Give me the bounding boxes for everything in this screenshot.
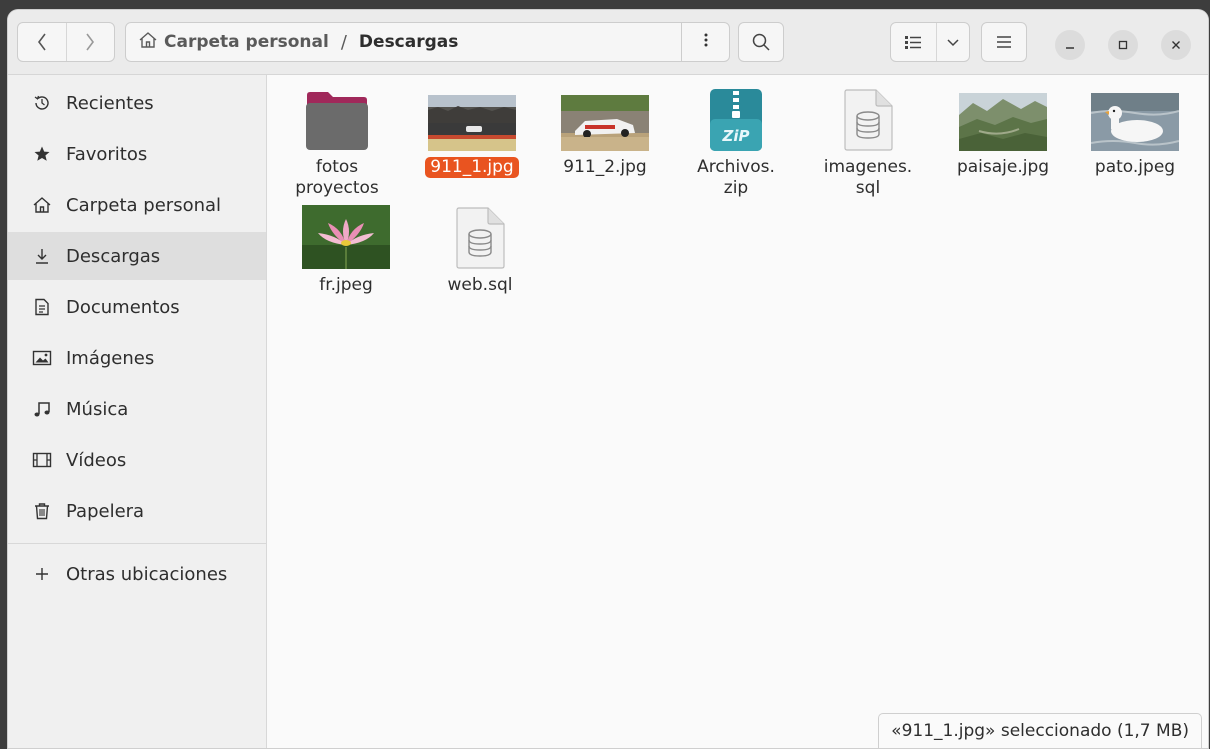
sidebar-item-descargas[interactable]: Descargas [8,232,266,280]
file-item[interactable]: pato.jpeg [1080,89,1190,178]
file-manager-window: Carpeta personal / Descargas Recientes F… [8,10,1208,748]
selection-status: «911_1.jpg» seleccionado (1,7 MB) [878,713,1202,748]
view-dropdown-button[interactable] [937,23,969,61]
sidebar-item-favoritos[interactable]: Favoritos [8,130,266,178]
main-menu-button[interactable] [981,22,1027,62]
sidebar-item-label: Carpeta personal [66,194,222,216]
file-item[interactable]: web.sql [425,203,535,296]
file-name: paisaje.jpg [956,157,1050,177]
file-grid: fotos proyectos 911_1.jpg 911_2.jpg ZiP … [267,75,1208,748]
minimize-button[interactable] [1055,30,1085,60]
image-thumbnail [428,89,516,151]
close-button[interactable] [1161,30,1191,60]
sidebar-item-label: Documentos [66,296,180,318]
file-name: pato.jpeg [1094,157,1176,177]
clock-icon [30,93,54,113]
path-bar: Carpeta personal / Descargas [125,22,682,62]
sidebar-item-papelera[interactable]: Papelera [8,487,266,535]
breadcrumb-separator: / [340,31,347,53]
trash-icon [30,501,54,521]
download-icon [30,246,54,266]
music-icon [30,399,54,419]
file-name: fotos proyectos [295,157,379,198]
sidebar-item-documentos[interactable]: Documentos [8,283,266,331]
image-thumbnail [1091,89,1179,151]
breadcrumb-current[interactable]: Descargas [359,32,458,52]
sql-file-icon [436,203,524,269]
sidebar-item-otras-ubicaciones[interactable]: Otras ubicaciones [8,550,266,598]
search-icon [751,32,771,52]
maximize-icon [1117,36,1129,55]
sidebar: Recientes Favoritos Carpeta personal Des… [8,75,267,748]
chevron-down-icon [946,37,960,47]
file-name: 911_2.jpg [563,157,647,177]
home-icon [138,31,158,54]
plus-icon [30,564,54,584]
forward-button[interactable] [65,23,115,61]
sidebar-item-label: Imágenes [66,347,155,369]
zip-logo-text: ZiP [721,127,749,145]
image-icon [30,348,54,368]
back-button[interactable] [18,23,66,61]
file-name: fr.jpeg [319,275,373,295]
file-item[interactable]: ZiP Archivos. zip [681,89,791,199]
list-view-button[interactable] [891,23,937,61]
header-bar: Carpeta personal / Descargas [8,10,1208,75]
sidebar-item-label: Otras ubicaciones [66,563,228,585]
file-item[interactable]: fotos proyectos [282,89,392,199]
view-options [890,22,970,62]
sidebar-separator [8,543,266,544]
sidebar-item-videos[interactable]: Vídeos [8,436,266,484]
sidebar-item-recientes[interactable]: Recientes [8,79,266,127]
chevron-right-icon [84,32,96,52]
sidebar-item-label: Papelera [66,500,145,522]
sidebar-item-label: Recientes [66,92,154,114]
file-item[interactable]: paisaje.jpg [948,89,1058,178]
file-name: Archivos. zip [697,157,775,198]
file-item[interactable]: 911_1.jpg [417,89,527,178]
image-thumbnail [302,203,390,269]
sidebar-item-label: Descargas [66,245,161,267]
search-button[interactable] [738,22,784,62]
home-icon [30,195,54,215]
image-thumbnail [959,89,1047,151]
file-name: 911_1.jpg [425,157,519,178]
navigation-buttons [17,22,115,62]
sidebar-item-carpeta-personal[interactable]: Carpeta personal [8,181,266,229]
star-icon [30,144,54,164]
file-item[interactable]: 911_2.jpg [550,89,660,178]
close-icon [1170,36,1182,55]
path-menu-button[interactable] [681,22,730,62]
maximize-button[interactable] [1108,30,1138,60]
zip-archive-icon: ZiP [692,89,780,151]
hamburger-menu-icon [996,35,1012,49]
folder-icon [293,89,381,151]
file-item[interactable]: fr.jpeg [291,203,401,296]
file-name: imagenes. sql [823,157,913,198]
sidebar-item-label: Favoritos [66,143,148,165]
image-thumbnail [561,89,649,151]
vertical-dots-icon [704,32,708,52]
breadcrumb-home-label: Carpeta personal [164,32,329,52]
minimize-icon [1064,36,1076,55]
sidebar-item-label: Música [66,398,129,420]
list-view-icon [904,34,922,50]
sidebar-item-label: Vídeos [66,449,127,471]
sidebar-item-musica[interactable]: Música [8,385,266,433]
sql-file-icon [824,89,912,151]
document-icon [30,297,54,317]
film-icon [30,450,54,470]
chevron-left-icon [36,32,48,52]
file-item[interactable]: imagenes. sql [813,89,923,199]
sidebar-item-imagenes[interactable]: Imágenes [8,334,266,382]
breadcrumb-home[interactable]: Carpeta personal [138,31,329,54]
file-name: web.sql [447,275,513,295]
